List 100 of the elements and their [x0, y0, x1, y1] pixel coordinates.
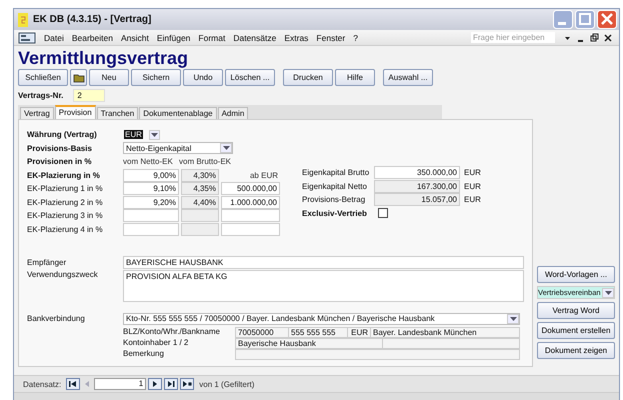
side-button[interactable]: Dokument zeigen [537, 342, 615, 359]
percent-field[interactable]: 9,20% [123, 196, 179, 208]
folder-button[interactable] [70, 69, 87, 86]
purpose-field[interactable]: PROVISION ALFA BETA KG [123, 270, 524, 302]
percent-field: 4,35% [181, 182, 219, 195]
toolbar-button[interactable]: Drucken [283, 69, 333, 86]
app-icon [18, 12, 28, 26]
caret-icon [150, 132, 158, 136]
folder-icon [72, 72, 84, 82]
caret-icon [604, 290, 612, 294]
bank-dropdown[interactable]: Kto-Nr. 555 555 555 / 70050000 / Bayer. Landesbank München / Bayerische Hausbank [123, 312, 520, 324]
record-number-field[interactable]: 1 [94, 378, 146, 390]
tab[interactable]: Admin [218, 107, 248, 119]
menu-item[interactable]: Datensätze [233, 32, 276, 42]
field-label: EK-Plazierung in % [27, 170, 101, 180]
table-cell: 70050000 [236, 328, 289, 337]
toolbar-button[interactable]: Sichern [131, 69, 181, 86]
side-button[interactable]: Dokument erstellen [537, 322, 615, 339]
field-label: Exclusiv-Vertrieb [302, 208, 368, 218]
form-icon[interactable] [18, 32, 36, 44]
side-button[interactable]: Word-Vorlagen ... [537, 266, 615, 283]
table-cell: Bayer. Landesbank München [371, 328, 519, 337]
toolbar-button[interactable]: Auswahl ... [383, 69, 433, 86]
menu-item[interactable]: ? [353, 32, 358, 42]
amount-field[interactable]: 1.000.000,00 [221, 196, 280, 208]
window-title: EK DB (4.3.15) - [Vertrag] [33, 14, 152, 25]
close-button[interactable] [597, 10, 617, 29]
percent-field: 4,30% [181, 168, 219, 182]
tab[interactable]: Tranchen [96, 107, 138, 119]
field-label: Eigenkapital Netto [302, 182, 368, 190]
form-title: Vermittlungsvertrag [18, 47, 190, 69]
recipient-field[interactable]: BAYERISCHE HAUSBANK [123, 256, 524, 269]
field-label: Verwendungszweck [27, 270, 99, 278]
side-button[interactable]: Vertrag Word [537, 302, 615, 319]
percent-field: 4,40% [181, 196, 219, 208]
record-count: von 1 (Gefiltert) [199, 380, 254, 388]
amount-field[interactable] [221, 209, 280, 222]
tab[interactable]: Vertrag [20, 107, 54, 119]
currency-dropdown[interactable]: EUR [123, 128, 161, 140]
document-window-controls-icon[interactable] [563, 32, 613, 42]
column-header: vom Netto-EK [123, 157, 174, 166]
tab[interactable]: Dokumentenablage [139, 107, 217, 119]
amount-field[interactable]: 350.000,00 [374, 166, 460, 179]
currency-label: EUR [464, 168, 481, 177]
table-cell: Bayerische Hausbank [236, 339, 383, 348]
toolbar-button[interactable]: Schließen [18, 69, 68, 86]
toolbar-button[interactable]: Löschen ... [225, 69, 275, 86]
toolbar-button[interactable]: Undo [183, 69, 223, 86]
column-header: vom Brutto-EK [179, 157, 232, 166]
currency-label: EUR [464, 195, 481, 204]
new-record-button[interactable] [180, 378, 194, 390]
last-record-button[interactable] [164, 378, 178, 390]
amount-field: 15.057,00 [374, 193, 460, 206]
menu-item[interactable]: Bearbeiten [72, 32, 113, 42]
field-label: Bemerkung [123, 349, 165, 360]
basis-dropdown[interactable]: Netto-Eigenkapital [123, 142, 233, 154]
menu-item[interactable]: Einfügen [156, 32, 190, 42]
menu-item[interactable]: Format [198, 32, 226, 42]
field-label: Kontoinhaber 1 / 2 [123, 338, 190, 349]
first-record-button[interactable] [66, 378, 80, 390]
tab[interactable]: Provision [54, 105, 96, 119]
table-cell: EUR [348, 328, 371, 337]
percent-field [181, 222, 219, 236]
field-label: EK-Plazierung 2 in % [27, 198, 104, 206]
section-label: Provisionen in % [27, 157, 92, 166]
field-label: Eigenkapital Brutto [302, 168, 370, 177]
percent-field[interactable] [123, 209, 179, 222]
field-label: EK-Plazierung 4 in % [27, 224, 104, 234]
field-label: Provisions-Basis [27, 144, 93, 152]
field-label: BLZ/Konto/Whr./Bankname [123, 327, 221, 338]
field-label: EK-Plazierung 3 in % [27, 211, 104, 220]
toolbar-button[interactable]: Hilfe [335, 69, 375, 86]
menu-item[interactable]: Datei [44, 32, 64, 42]
column-header: ab EUR [248, 170, 278, 180]
next-record-button[interactable] [148, 378, 162, 390]
record-label: Datensatz: [23, 380, 62, 388]
checkbox[interactable] [378, 208, 388, 218]
help-search-field[interactable]: Frage hier eingeben [471, 32, 555, 43]
toolbar-button[interactable]: Neu [89, 69, 129, 86]
amount-field[interactable] [221, 222, 280, 236]
menu-item[interactable]: Ansicht [120, 32, 149, 42]
field-label: EK-Plazierung 1 in % [27, 184, 104, 193]
field-label: Empfänger [27, 258, 68, 267]
percent-field[interactable] [123, 222, 179, 236]
contract-number-field[interactable]: 2 [73, 89, 106, 102]
table-cell: 555 555 555 [289, 328, 348, 337]
amount-field: 167.300,00 [374, 180, 460, 192]
field-label: Provisions-Betrag [302, 195, 366, 204]
amount-field[interactable]: 500.000,00 [221, 182, 280, 195]
field-label: Bankverbindung [27, 314, 86, 323]
menu-item[interactable]: Extras [284, 32, 308, 42]
percent-field[interactable]: 9,00% [123, 168, 179, 182]
currency-label: EUR [464, 182, 481, 190]
percent-field [181, 209, 219, 222]
field-label: Währung (Vertrag) [27, 130, 98, 139]
percent-field[interactable]: 9,10% [123, 182, 179, 195]
caret-icon [222, 146, 230, 150]
contract-number-label: Vertrags-Nr. [18, 91, 64, 100]
caret-icon [510, 316, 516, 320]
menu-item[interactable]: Fenster [316, 32, 346, 42]
